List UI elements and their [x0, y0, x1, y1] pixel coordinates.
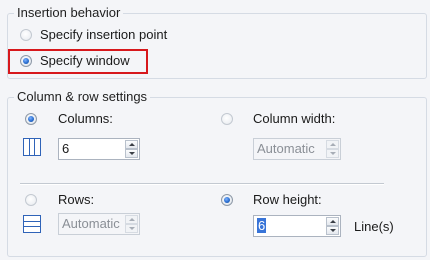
- columns-label[interactable]: Columns:: [58, 111, 113, 127]
- insertion-behavior-group-label: Insertion behavior: [14, 6, 124, 20]
- specify-window-radio[interactable]: [20, 55, 32, 67]
- row-height-spinner[interactable]: 6: [253, 215, 341, 237]
- rows-decrement-button[interactable]: [125, 224, 138, 233]
- column-width-spinner[interactable]: Automatic: [253, 138, 341, 160]
- column-width-value: Automatic: [257, 141, 315, 156]
- column-row-settings-group-label: Column & row settings: [14, 90, 151, 104]
- specify-insertion-point-label[interactable]: Specify insertion point: [40, 27, 167, 43]
- columns-decrement-button[interactable]: [125, 149, 138, 158]
- specify-insertion-point-radio[interactable]: [20, 29, 32, 41]
- row-height-increment-button[interactable]: [326, 217, 339, 226]
- rows-value: Automatic: [62, 216, 120, 231]
- row-height-unit-label: Line(s): [354, 219, 394, 234]
- specify-window-label[interactable]: Specify window: [40, 53, 130, 69]
- columns-increment-button[interactable]: [125, 140, 138, 149]
- columns-radio[interactable]: [25, 113, 37, 125]
- columns-icon: [23, 138, 41, 156]
- rows-spinner[interactable]: Automatic: [58, 213, 140, 235]
- column-width-increment-button[interactable]: [326, 140, 339, 149]
- column-width-decrement-button[interactable]: [326, 149, 339, 158]
- row-height-decrement-button[interactable]: [326, 226, 339, 235]
- column-width-radio[interactable]: [221, 113, 233, 125]
- settings-separator: [20, 183, 384, 185]
- rows-label[interactable]: Rows:: [58, 192, 94, 208]
- columns-value[interactable]: 6: [62, 141, 69, 157]
- row-height-radio[interactable]: [221, 194, 233, 206]
- rows-increment-button[interactable]: [125, 215, 138, 224]
- row-height-value[interactable]: 6: [257, 218, 267, 233]
- column-width-label[interactable]: Column width:: [253, 111, 335, 127]
- rows-radio[interactable]: [25, 194, 37, 206]
- columns-spinner[interactable]: 6: [58, 138, 140, 160]
- row-height-label[interactable]: Row height:: [253, 192, 322, 208]
- rows-icon: [23, 215, 41, 233]
